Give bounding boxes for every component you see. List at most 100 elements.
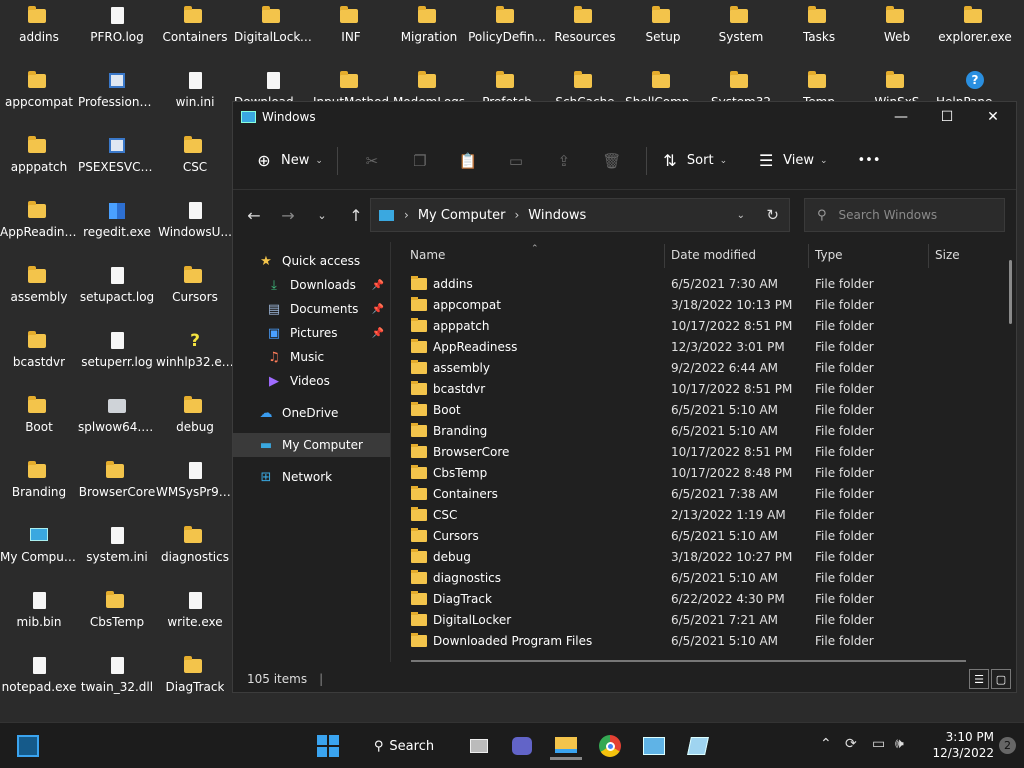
taskbar-search-button[interactable]: ⚲ Search: [364, 732, 444, 760]
table-row[interactable]: BrowserCore 10/17/2022 8:51 PM File folder: [403, 441, 983, 462]
share-icon[interactable]: ⇪: [540, 152, 588, 170]
desktop-icon[interactable]: appcompat: [0, 65, 78, 127]
display-icon[interactable]: ▭: [872, 736, 885, 752]
forward-button[interactable]: →: [271, 206, 305, 225]
sync-icon[interactable]: ⟳: [845, 736, 857, 752]
copy-icon[interactable]: ❐: [396, 152, 444, 170]
desktop-icon[interactable]: DigitalLocker: [234, 0, 312, 62]
breadcrumb-my-computer[interactable]: My Computer: [418, 208, 506, 223]
desktop-icon[interactable]: system.ini: [78, 520, 156, 582]
file-explorer-taskbar-button[interactable]: [550, 732, 582, 760]
more-options-button[interactable]: •••: [854, 144, 885, 178]
desktop-icon[interactable]: WMSysPr9....: [156, 455, 234, 517]
paste-icon[interactable]: 📋: [444, 152, 492, 170]
table-row[interactable]: AppReadiness 12/3/2022 3:01 PM File folder: [403, 336, 983, 357]
desktop-icon[interactable]: regedit.exe: [78, 195, 156, 257]
column-name[interactable]: Name: [410, 242, 445, 268]
desktop-icon[interactable]: Branding: [0, 455, 78, 517]
desktop-icon[interactable]: debug: [156, 390, 234, 452]
desktop-icon[interactable]: CbsTemp: [78, 585, 156, 647]
start-button[interactable]: [313, 732, 343, 760]
delete-icon[interactable]: 🗑: [588, 152, 636, 170]
desktop-icon[interactable]: assembly: [0, 260, 78, 322]
chat-icon[interactable]: [508, 732, 536, 760]
desktop-icon[interactable]: DiagTrack: [156, 650, 234, 712]
large-icons-view-icon[interactable]: ▢: [991, 669, 1011, 689]
table-row[interactable]: DigitalLocker 6/5/2021 7:21 AM File folder: [403, 609, 983, 630]
desktop-icon[interactable]: write.exe: [156, 585, 234, 647]
desktop-icon[interactable]: addins: [0, 0, 78, 62]
desktop-icon[interactable]: setupact.log: [78, 260, 156, 322]
details-view-icon[interactable]: ☰: [969, 669, 989, 689]
desktop-icon[interactable]: CSC: [156, 130, 234, 192]
desktop-icon[interactable]: My Computer: [0, 520, 78, 582]
nav-downloads[interactable]: ⤓ Downloads 📌: [233, 273, 390, 297]
desktop-icon[interactable]: System: [702, 0, 780, 62]
table-row[interactable]: DiagTrack 6/22/2022 4:30 PM File folder: [403, 588, 983, 609]
table-row[interactable]: CbsTemp 10/17/2022 8:48 PM File folder: [403, 462, 983, 483]
minimize-button[interactable]: —: [878, 102, 924, 132]
nav-documents[interactable]: ▤ Documents 📌: [233, 297, 390, 321]
notepad-icon[interactable]: [684, 732, 712, 760]
desktop-icon[interactable]: Migration: [390, 0, 468, 62]
nav-onedrive[interactable]: ☁ OneDrive: [233, 401, 390, 425]
vertical-scrollbar[interactable]: [1009, 260, 1012, 324]
table-row[interactable]: Cursors 6/5/2021 5:10 AM File folder: [403, 525, 983, 546]
table-row[interactable]: Containers 6/5/2021 7:38 AM File folder: [403, 483, 983, 504]
recent-locations-button[interactable]: ⌄: [305, 209, 339, 222]
column-divider[interactable]: [928, 244, 929, 268]
desktop-icon[interactable]: Setup: [624, 0, 702, 62]
nav-quick-access[interactable]: ★ Quick access: [233, 249, 390, 273]
desktop-icon[interactable]: win.ini: [156, 65, 234, 127]
desktop-icon[interactable]: PolicyDefin...: [468, 0, 546, 62]
desktop-icon[interactable]: Web: [858, 0, 936, 62]
control-panel-icon[interactable]: [640, 732, 668, 760]
desktop-icon[interactable]: splwow64.exe: [78, 390, 156, 452]
desktop-icon[interactable]: ? winhlp32.exe: [156, 325, 234, 387]
column-divider[interactable]: [664, 244, 665, 268]
table-row[interactable]: addins 6/5/2021 7:30 AM File folder: [403, 273, 983, 294]
breadcrumb-windows[interactable]: Windows: [528, 208, 586, 223]
desktop-icon[interactable]: Cursors: [156, 260, 234, 322]
column-date-modified[interactable]: Date modified: [671, 242, 756, 268]
nav-music[interactable]: ♫ Music: [233, 345, 390, 369]
desktop-icon[interactable]: notepad.exe: [0, 650, 78, 712]
chevron-up-icon[interactable]: ⌃: [820, 736, 832, 752]
desktop-icon[interactable]: WindowsU...: [156, 195, 234, 257]
desktop-icon[interactable]: twain_32.dll: [78, 650, 156, 712]
desktop-icon[interactable]: AppReadiness: [0, 195, 78, 257]
table-row[interactable]: diagnostics 6/5/2021 5:10 AM File folder: [403, 567, 983, 588]
desktop-icon[interactable]: bcastdvr: [0, 325, 78, 387]
nav-my-computer[interactable]: ▬ My Computer: [233, 433, 390, 457]
rename-icon[interactable]: ▭: [492, 152, 540, 170]
nav-network[interactable]: ⊞ Network: [233, 465, 390, 489]
nav-videos[interactable]: ▶ Videos: [233, 369, 390, 393]
desktop-icon[interactable]: diagnostics: [156, 520, 234, 582]
cut-icon[interactable]: ✂: [348, 152, 396, 170]
table-row[interactable]: Downloaded Program Files 6/5/2021 5:10 AM…: [403, 630, 983, 651]
desktop-icon[interactable]: Tasks: [780, 0, 858, 62]
column-size[interactable]: Size: [935, 242, 960, 268]
table-row[interactable]: Branding 6/5/2021 5:10 AM File folder: [403, 420, 983, 441]
table-row[interactable]: assembly 9/2/2022 6:44 AM File folder: [403, 357, 983, 378]
desktop-icon[interactable]: explorer.exe: [936, 0, 1014, 62]
desktop-icon[interactable]: Containers: [156, 0, 234, 62]
search-input[interactable]: ⚲ Search Windows: [804, 198, 1005, 232]
address-bar[interactable]: › My Computer › Windows ⌄ ↻: [370, 198, 790, 232]
chrome-icon[interactable]: [596, 732, 624, 760]
nav-pictures[interactable]: ▣ Pictures 📌: [233, 321, 390, 345]
desktop-icon[interactable]: Boot: [0, 390, 78, 452]
widgets-icon[interactable]: [14, 732, 42, 760]
desktop-icon[interactable]: BrowserCore: [78, 455, 156, 517]
table-row[interactable]: bcastdvr 10/17/2022 8:51 PM File folder: [403, 378, 983, 399]
task-view-icon[interactable]: [465, 732, 493, 760]
desktop-icon[interactable]: PSEXESVC.exe: [78, 130, 156, 192]
back-button[interactable]: ←: [237, 206, 271, 225]
desktop-icon[interactable]: mib.bin: [0, 585, 78, 647]
table-row[interactable]: apppatch 10/17/2022 8:51 PM File folder: [403, 315, 983, 336]
desktop-icon[interactable]: Resources: [546, 0, 624, 62]
volume-icon[interactable]: 🕪: [895, 736, 904, 752]
table-row[interactable]: appcompat 3/18/2022 10:13 PM File folder: [403, 294, 983, 315]
refresh-icon[interactable]: ↻: [766, 206, 779, 224]
desktop-icon[interactable]: INF: [312, 0, 390, 62]
